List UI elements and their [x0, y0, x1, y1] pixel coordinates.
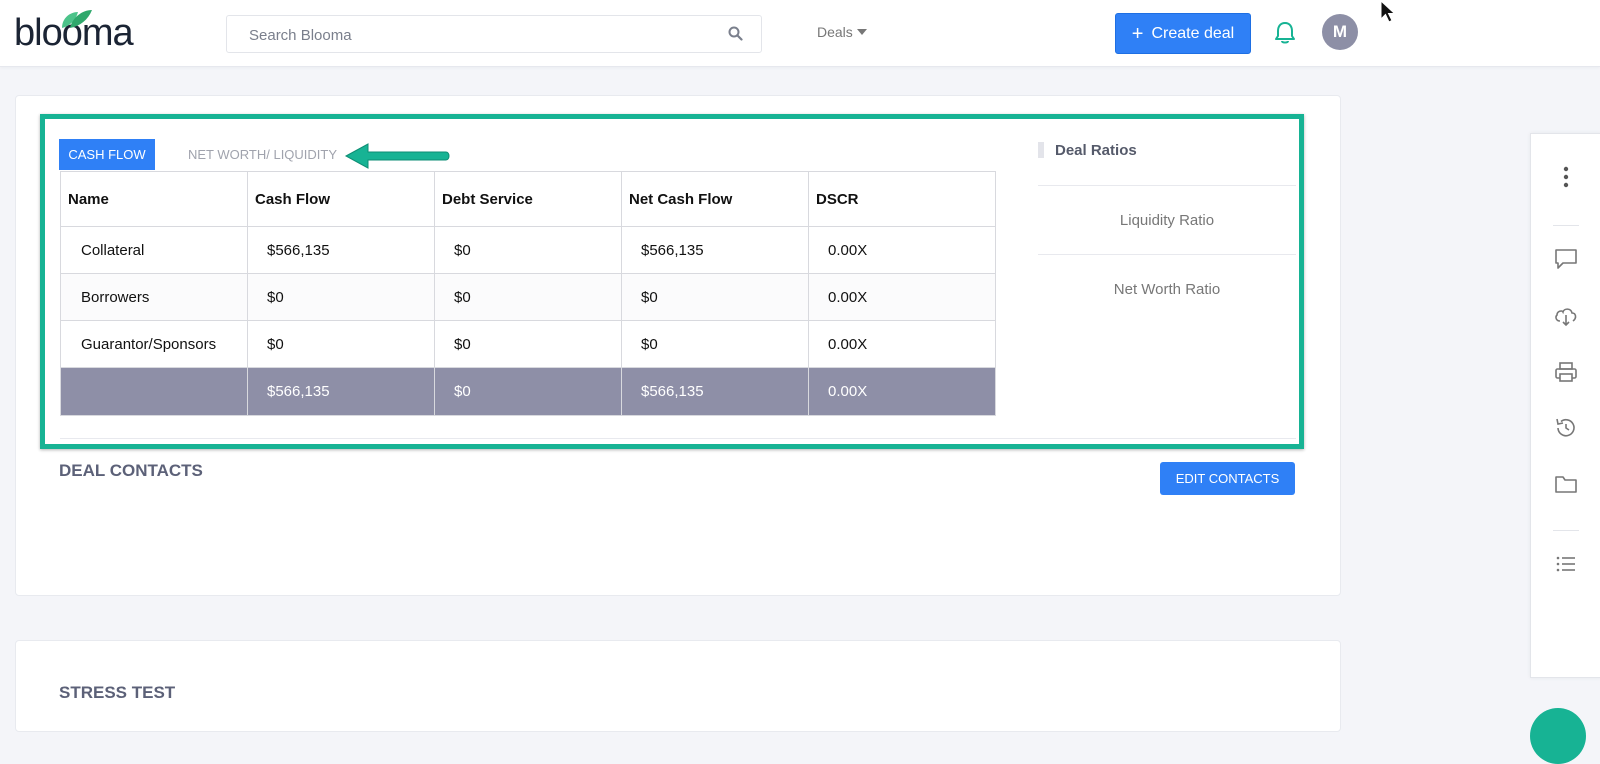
divider [1553, 225, 1579, 226]
print-icon[interactable] [1553, 360, 1579, 384]
edit-contacts-button[interactable]: EDIT CONTACTS [1160, 462, 1295, 495]
search-icon[interactable] [728, 26, 743, 41]
plus-icon: + [1131, 22, 1144, 45]
create-deal-button[interactable]: + Create deal [1115, 13, 1251, 54]
stress-test-title: STRESS TEST [59, 683, 176, 702]
search-box [226, 15, 762, 54]
mouse-cursor-icon [1380, 0, 1396, 23]
stress-test-card [15, 640, 1341, 732]
avatar-initial: M [1332, 22, 1348, 41]
cloud-download-icon[interactable] [1553, 304, 1579, 328]
bell-icon[interactable] [1274, 21, 1296, 45]
caret-down-icon [856, 29, 867, 35]
edit-contacts-label: EDIT CONTACTS [1175, 471, 1280, 486]
divider [1553, 530, 1579, 531]
comment-icon[interactable] [1553, 247, 1579, 271]
deal-contacts-title: DEAL CONTACTS [59, 461, 203, 480]
highlight-frame [40, 114, 1304, 449]
leaf-icon [62, 10, 92, 28]
history-icon[interactable] [1553, 416, 1579, 440]
search-input[interactable] [247, 16, 721, 54]
deals-menu[interactable]: Deals [817, 24, 867, 40]
folder-icon[interactable] [1553, 472, 1579, 496]
more-vertical-icon[interactable] [1553, 164, 1579, 190]
right-action-rail [1530, 133, 1600, 678]
blooma-logo[interactable]: blooma [14, 10, 134, 56]
create-deal-label: Create deal [1151, 24, 1235, 42]
avatar[interactable]: M [1322, 14, 1358, 50]
deals-label: Deals [817, 24, 853, 40]
top-bar: blooma Deals + Create deal M [0, 0, 1600, 67]
chat-launcher-button[interactable] [1530, 708, 1586, 764]
list-icon[interactable] [1553, 552, 1579, 576]
